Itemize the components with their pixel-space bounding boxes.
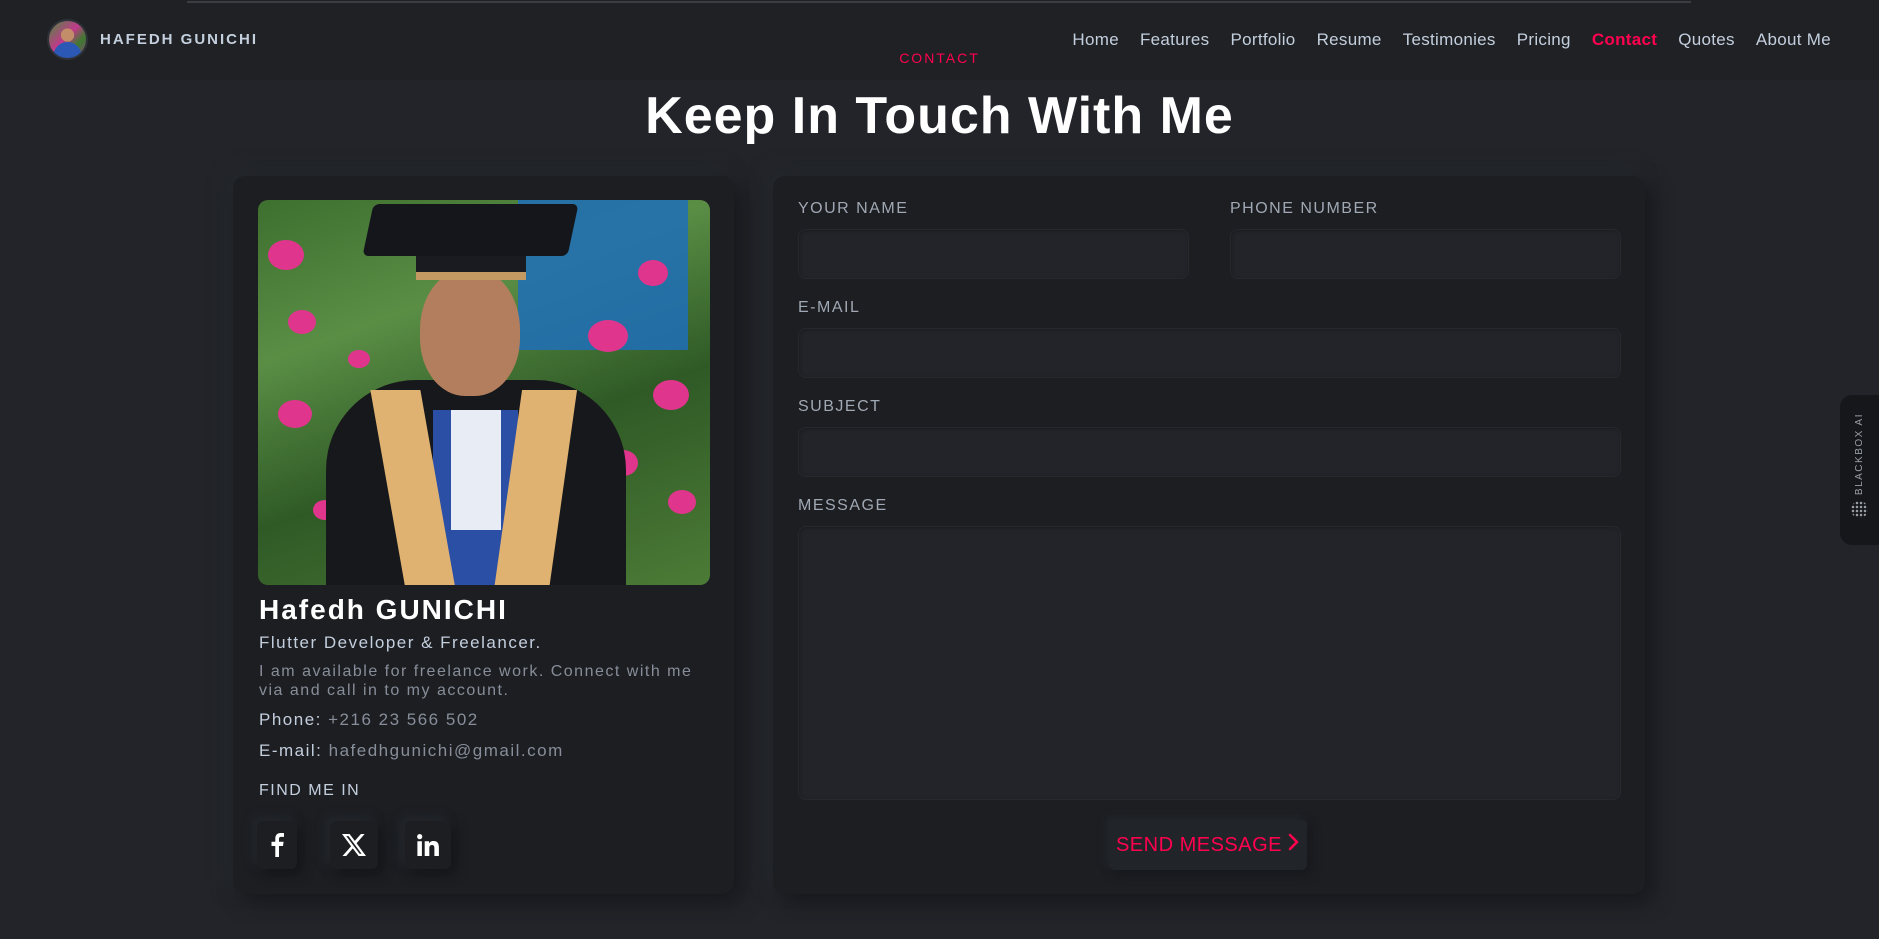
email-label: E-mail: (259, 741, 323, 760)
phone-number-input[interactable] (1230, 229, 1621, 279)
page: HAFEDH GUNICHI Home Features Portfolio R… (0, 0, 1879, 939)
brand-name: HAFEDH GUNICHI (100, 31, 258, 48)
social-links (257, 821, 484, 869)
profile-name: Hafedh GUNICHI (259, 594, 508, 625)
find-me-heading: FIND ME IN (259, 782, 361, 799)
blackbox-logo-icon (1851, 501, 1868, 518)
phone-row: Phone: +216 23 566 502 (259, 710, 479, 730)
nav-item-about-me[interactable]: About Me (1756, 30, 1831, 50)
nav-item-resume[interactable]: Resume (1317, 30, 1382, 50)
name-input[interactable] (798, 229, 1189, 279)
name-label: YOUR NAME (798, 200, 909, 217)
phone-value[interactable]: +216 23 566 502 (328, 710, 479, 729)
facebook-icon[interactable] (257, 821, 297, 869)
profile-role: Flutter Developer & Freelancer. (259, 633, 542, 652)
email-row: E-mail: hafedhgunichi@gmail.com (259, 741, 564, 761)
phone-label: Phone: (259, 710, 322, 729)
nav-item-testimonies[interactable]: Testimonies (1403, 30, 1496, 50)
message-label: MESSAGE (798, 497, 888, 514)
nav-item-home[interactable]: Home (1072, 30, 1119, 50)
profile-description: I am available for freelance work. Conne… (259, 663, 693, 699)
profile-photo (258, 200, 710, 585)
x-icon[interactable] (330, 821, 378, 869)
page-title: Keep In Touch With Me (645, 87, 1234, 145)
message-textarea[interactable] (798, 526, 1621, 800)
chevron-right-icon (1288, 833, 1300, 857)
profile-card: Hafedh GUNICHI Flutter Developer & Freel… (233, 176, 734, 894)
site-header: HAFEDH GUNICHI Home Features Portfolio R… (0, 0, 1879, 80)
nav-item-features[interactable]: Features (1140, 30, 1210, 50)
send-message-button[interactable]: SEND MESSAGE (1109, 820, 1307, 870)
blackbox-ai-label: BLACKBOX AI (1854, 413, 1865, 496)
nav-item-pricing[interactable]: Pricing (1517, 30, 1571, 50)
email-input[interactable] (798, 328, 1621, 378)
linkedin-icon[interactable] (405, 821, 451, 869)
section-label: CONTACT (899, 50, 980, 66)
contact-form: YOUR NAME PHONE NUMBER E-MAIL SUBJECT ME… (773, 176, 1645, 894)
send-message-label: SEND MESSAGE (1115, 833, 1283, 856)
phone-number-label: PHONE NUMBER (1230, 200, 1379, 217)
header-divider (187, 1, 1691, 3)
subject-input[interactable] (798, 427, 1621, 477)
nav-item-contact[interactable]: Contact (1592, 30, 1657, 50)
nav-item-portfolio[interactable]: Portfolio (1230, 30, 1295, 50)
nav-item-quotes[interactable]: Quotes (1678, 30, 1735, 50)
main-nav: Home Features Portfolio Resume Testimoni… (1051, 30, 1831, 50)
email-field-label: E-MAIL (798, 299, 861, 316)
blackbox-ai-widget[interactable]: BLACKBOX AI (1840, 395, 1879, 545)
email-value[interactable]: hafedhgunichi@gmail.com (329, 741, 564, 760)
subject-label: SUBJECT (798, 398, 882, 415)
